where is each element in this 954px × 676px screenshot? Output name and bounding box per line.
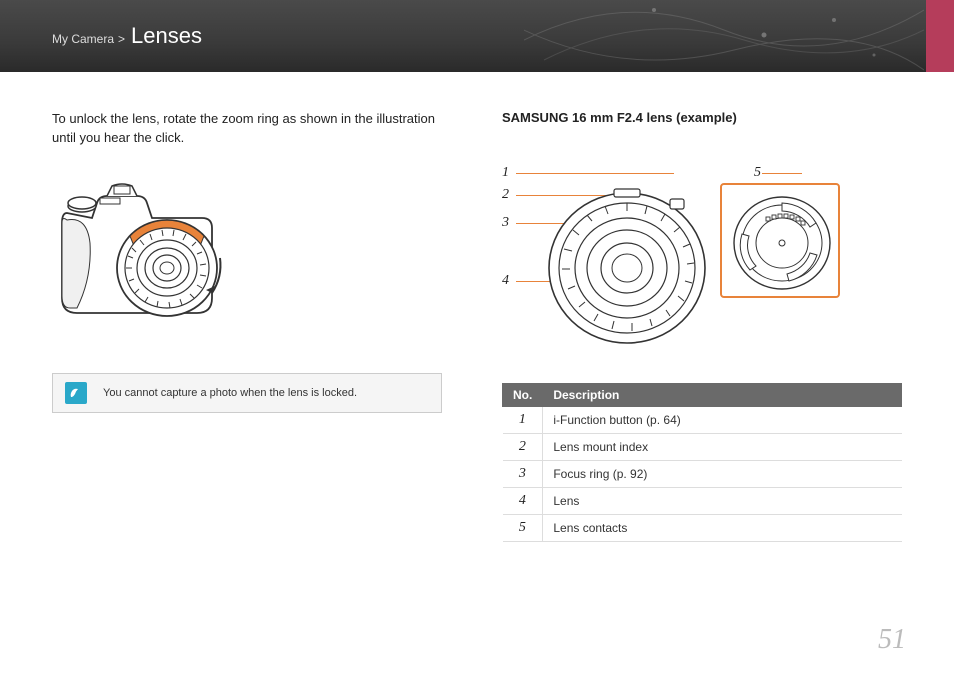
table-row: 1 i-Function button (p. 64)	[503, 407, 902, 434]
table-cell-no: 4	[503, 488, 543, 515]
breadcrumb: My Camera > Lenses	[52, 23, 202, 49]
note-icon	[65, 382, 87, 404]
page-header: My Camera > Lenses	[0, 0, 954, 72]
table-header-desc: Description	[543, 384, 902, 407]
left-column: To unlock the lens, rotate the zoom ring…	[52, 110, 442, 542]
callout-1: 1	[502, 165, 509, 181]
callout-line	[762, 173, 802, 174]
note-box: You cannot capture a photo when the lens…	[52, 373, 442, 413]
table-row: 4 Lens	[503, 488, 902, 515]
lens-diagram: 1 2 3 4 5	[502, 143, 902, 363]
example-title: SAMSUNG 16 mm F2.4 lens (example)	[502, 110, 902, 125]
page-title: Lenses	[131, 23, 202, 49]
table-cell-desc: i-Function button (p. 64)	[543, 407, 902, 434]
callout-2: 2	[502, 187, 509, 203]
lens-parts-table: No. Description 1 i-Function button (p. …	[502, 383, 902, 542]
callout-3: 3	[502, 215, 509, 231]
right-column: SAMSUNG 16 mm F2.4 lens (example) 1 2 3 …	[502, 110, 902, 542]
table-cell-desc: Lens	[543, 488, 902, 515]
table-cell-desc: Lens mount index	[543, 434, 902, 461]
callout-5: 5	[754, 165, 761, 181]
breadcrumb-separator: >	[118, 32, 125, 46]
lens-front-illustration	[542, 163, 712, 353]
table-row: 3 Focus ring (p. 92)	[503, 461, 902, 488]
table-cell-desc: Focus ring (p. 92)	[543, 461, 902, 488]
note-text: You cannot capture a photo when the lens…	[103, 387, 357, 399]
table-cell-desc: Lens contacts	[543, 515, 902, 542]
accent-tab	[926, 0, 954, 72]
table-header-no: No.	[503, 384, 543, 407]
page-number: 51	[878, 624, 906, 656]
camera-illustration	[52, 168, 272, 338]
intro-text: To unlock the lens, rotate the zoom ring…	[52, 110, 442, 148]
table-cell-no: 1	[503, 407, 543, 434]
table-cell-no: 2	[503, 434, 543, 461]
table-cell-no: 5	[503, 515, 543, 542]
lens-rear-frame	[720, 183, 840, 298]
content-area: To unlock the lens, rotate the zoom ring…	[0, 72, 954, 542]
header-decoration	[524, 0, 924, 100]
lens-rear-illustration	[722, 185, 842, 300]
table-cell-no: 3	[503, 461, 543, 488]
table-row: 5 Lens contacts	[503, 515, 902, 542]
table-row: 2 Lens mount index	[503, 434, 902, 461]
callout-4: 4	[502, 273, 509, 289]
breadcrumb-parent: My Camera	[52, 32, 114, 46]
